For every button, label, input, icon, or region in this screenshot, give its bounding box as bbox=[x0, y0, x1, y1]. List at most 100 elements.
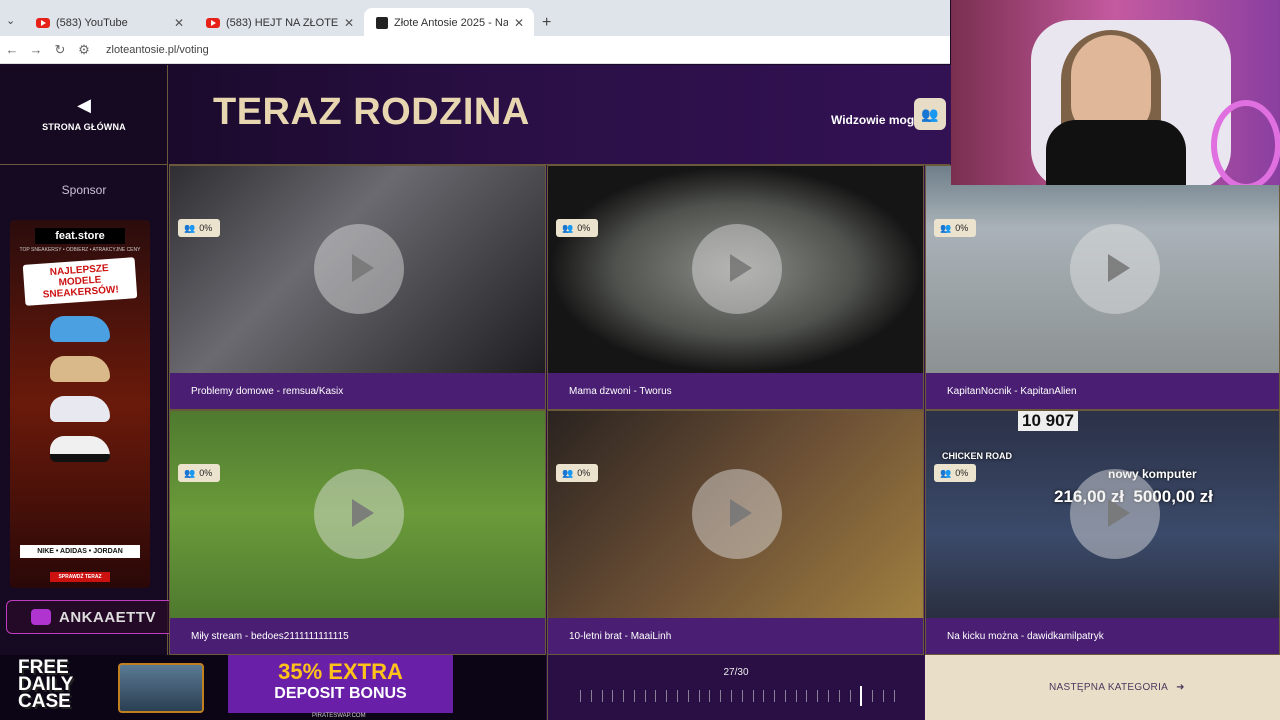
progress-tick bbox=[774, 690, 776, 702]
viewers-label: Widzowie mogą bbox=[831, 113, 921, 127]
category-header: TERAZ RODZINA Widzowie mogą 👥 bbox=[169, 65, 950, 165]
play-icon[interactable] bbox=[1070, 224, 1160, 314]
progress-tick bbox=[784, 690, 786, 702]
progress-tick bbox=[872, 690, 874, 702]
category-title: TERAZ RODZINA bbox=[213, 91, 530, 133]
progress-tick bbox=[827, 690, 829, 702]
nominee-card[interactable]: 👥 0% Problemy domowe - remsua/Kasix bbox=[169, 165, 546, 410]
vote-percent: 0% bbox=[199, 468, 213, 478]
progress-tick bbox=[644, 690, 646, 702]
tab-title: (583) YouTube bbox=[56, 17, 128, 29]
footer-bar: FREE DAILY CASE 35% EXTRA DEPOSIT BONUS … bbox=[0, 655, 1280, 720]
progress-tick bbox=[806, 690, 808, 702]
progress-tick bbox=[763, 690, 765, 702]
play-icon[interactable] bbox=[314, 224, 404, 314]
browser-tab-zlote-antosie[interactable]: Złote Antosie 2025 - Największ ✕ bbox=[364, 8, 534, 38]
progress-tick bbox=[601, 690, 603, 702]
progress-tick bbox=[860, 686, 863, 706]
viewers-button[interactable]: 👥 bbox=[914, 98, 946, 130]
free-daily-case: FREE DAILY CASE bbox=[18, 657, 73, 712]
case-image bbox=[118, 663, 204, 713]
sponsor-ad[interactable]: feat.store TOP SNEAKERSY • ODBIERZ • ATR… bbox=[10, 220, 150, 588]
nominee-title: Miły stream - bedoes2111111111115 bbox=[170, 618, 545, 654]
browser-tab-youtube[interactable]: (583) YouTube ✕ bbox=[24, 8, 194, 38]
users-icon: 👥 bbox=[921, 106, 939, 122]
home-label: STRONA GŁÓWNA bbox=[42, 122, 126, 132]
youtube-icon bbox=[206, 18, 220, 28]
arrow-right-icon: ➜ bbox=[1176, 682, 1185, 693]
play-icon[interactable] bbox=[1070, 469, 1160, 559]
ad-cta-button[interactable]: SPRAWDŹ TERAZ bbox=[50, 572, 110, 582]
progress-tick bbox=[709, 690, 711, 702]
left-sidebar: ◀ STRONA GŁÓWNA Sponsor feat.store TOP S… bbox=[0, 65, 218, 655]
users-icon: 👥 bbox=[940, 467, 952, 478]
nominee-title: Mama dzwoni - Tworus bbox=[548, 373, 923, 409]
vote-percent-badge: 👥 0% bbox=[934, 219, 976, 237]
progress-tick bbox=[817, 690, 819, 702]
vote-percent-badge: 👥 0% bbox=[178, 464, 220, 482]
sneaker-image bbox=[50, 356, 110, 382]
progress-tick bbox=[687, 690, 689, 702]
play-icon[interactable] bbox=[314, 469, 404, 559]
close-icon[interactable]: ✕ bbox=[514, 16, 524, 30]
vote-percent: 0% bbox=[955, 223, 969, 233]
nominee-title: Problemy domowe - remsua/Kasix bbox=[170, 373, 545, 409]
nominee-title: 10-letni brat - MaaiLinh bbox=[548, 618, 923, 654]
ad-headline: NAJLEPSZE MODELE SNEAKERSÓW! bbox=[22, 257, 138, 306]
progress-tick bbox=[698, 690, 700, 702]
site-info-icon[interactable]: ⚙ bbox=[72, 42, 96, 58]
stream-counter: 10 907 bbox=[1018, 411, 1078, 431]
nominee-card[interactable]: 👥 0% 10-letni brat - MaaiLinh bbox=[547, 410, 924, 655]
tab-list-chevron-icon[interactable]: ⌄ bbox=[6, 14, 20, 27]
nominee-card[interactable]: 👥 0% Miły stream - bedoes2111111111115 bbox=[169, 410, 546, 655]
next-category-label: NASTĘPNA KATEGORIA bbox=[1049, 682, 1169, 693]
forward-arrow-icon[interactable]: → bbox=[24, 42, 48, 57]
ad-brands: NIKE • ADIDAS • JORDAN bbox=[20, 545, 140, 558]
reload-icon[interactable]: ↻ bbox=[48, 42, 72, 58]
progress-tick bbox=[590, 690, 592, 702]
progress-tick bbox=[893, 690, 895, 702]
home-button[interactable]: ◀ STRONA GŁÓWNA bbox=[0, 65, 168, 165]
progress-tick bbox=[666, 690, 668, 702]
play-icon[interactable] bbox=[692, 469, 782, 559]
promo-banner[interactable]: FREE DAILY CASE 35% EXTRA DEPOSIT BONUS … bbox=[0, 655, 546, 720]
nominee-card[interactable]: 👥 0% Mama dzwoni - Tworus bbox=[547, 165, 924, 410]
browser-tabbar: ⌄ (583) YouTube ✕ (583) HEJT NA ZŁOTE AN… bbox=[0, 0, 950, 40]
progress-tick bbox=[633, 690, 635, 702]
progress-tick bbox=[741, 690, 743, 702]
twitch-icon bbox=[31, 609, 51, 625]
vote-percent: 0% bbox=[199, 223, 213, 233]
game-title: CHICKEN ROAD bbox=[942, 451, 1013, 461]
streamer-body bbox=[1046, 120, 1186, 185]
back-arrow-icon[interactable]: ← bbox=[0, 42, 24, 57]
nominee-card[interactable]: 👥 0% KapitanNocnik - KapitanAlien bbox=[925, 165, 1280, 410]
sneaker-image bbox=[50, 396, 110, 422]
back-arrow-icon: ◀ bbox=[77, 95, 91, 115]
vote-percent: 0% bbox=[577, 468, 591, 478]
vote-percent: 0% bbox=[577, 223, 591, 233]
close-icon[interactable]: ✕ bbox=[174, 16, 184, 30]
next-category-button[interactable]: NASTĘPNA KATEGORIA ➜ bbox=[925, 655, 1280, 720]
vote-percent-badge: 👥 0% bbox=[556, 464, 598, 482]
progress-tick bbox=[623, 690, 625, 702]
browser-tab-hejt[interactable]: (583) HEJT NA ZŁOTE ANTOSIE ✕ bbox=[194, 8, 364, 38]
new-tab-plus-icon[interactable]: + bbox=[542, 14, 551, 32]
promo-site: PIRATESWAP.COM bbox=[312, 713, 366, 719]
nominee-title: KapitanNocnik - KapitanAlien bbox=[926, 373, 1279, 409]
progress-tick bbox=[655, 690, 657, 702]
play-icon[interactable] bbox=[692, 224, 782, 314]
progress-tick bbox=[849, 690, 851, 702]
sneaker-image bbox=[50, 316, 110, 342]
ad-tagline: TOP SNEAKERSY • ODBIERZ • ATRAKCYJNE CEN… bbox=[19, 247, 141, 253]
users-icon: 👥 bbox=[562, 467, 574, 478]
progress-tick bbox=[838, 690, 840, 702]
url-field[interactable]: zloteantosie.pl/voting bbox=[106, 44, 209, 56]
vote-percent: 0% bbox=[955, 468, 969, 478]
progress-tick bbox=[752, 690, 754, 702]
deposit-bonus-banner[interactable]: 35% EXTRA DEPOSIT BONUS bbox=[228, 655, 453, 713]
close-icon[interactable]: ✕ bbox=[344, 16, 354, 30]
progress-tick bbox=[612, 690, 614, 702]
twitch-handle: ANKAAETTV bbox=[59, 608, 156, 626]
users-icon: 👥 bbox=[940, 222, 952, 233]
nominee-card[interactable]: 10 907 CHICKEN ROAD nowy komputer 216,00… bbox=[925, 410, 1280, 655]
